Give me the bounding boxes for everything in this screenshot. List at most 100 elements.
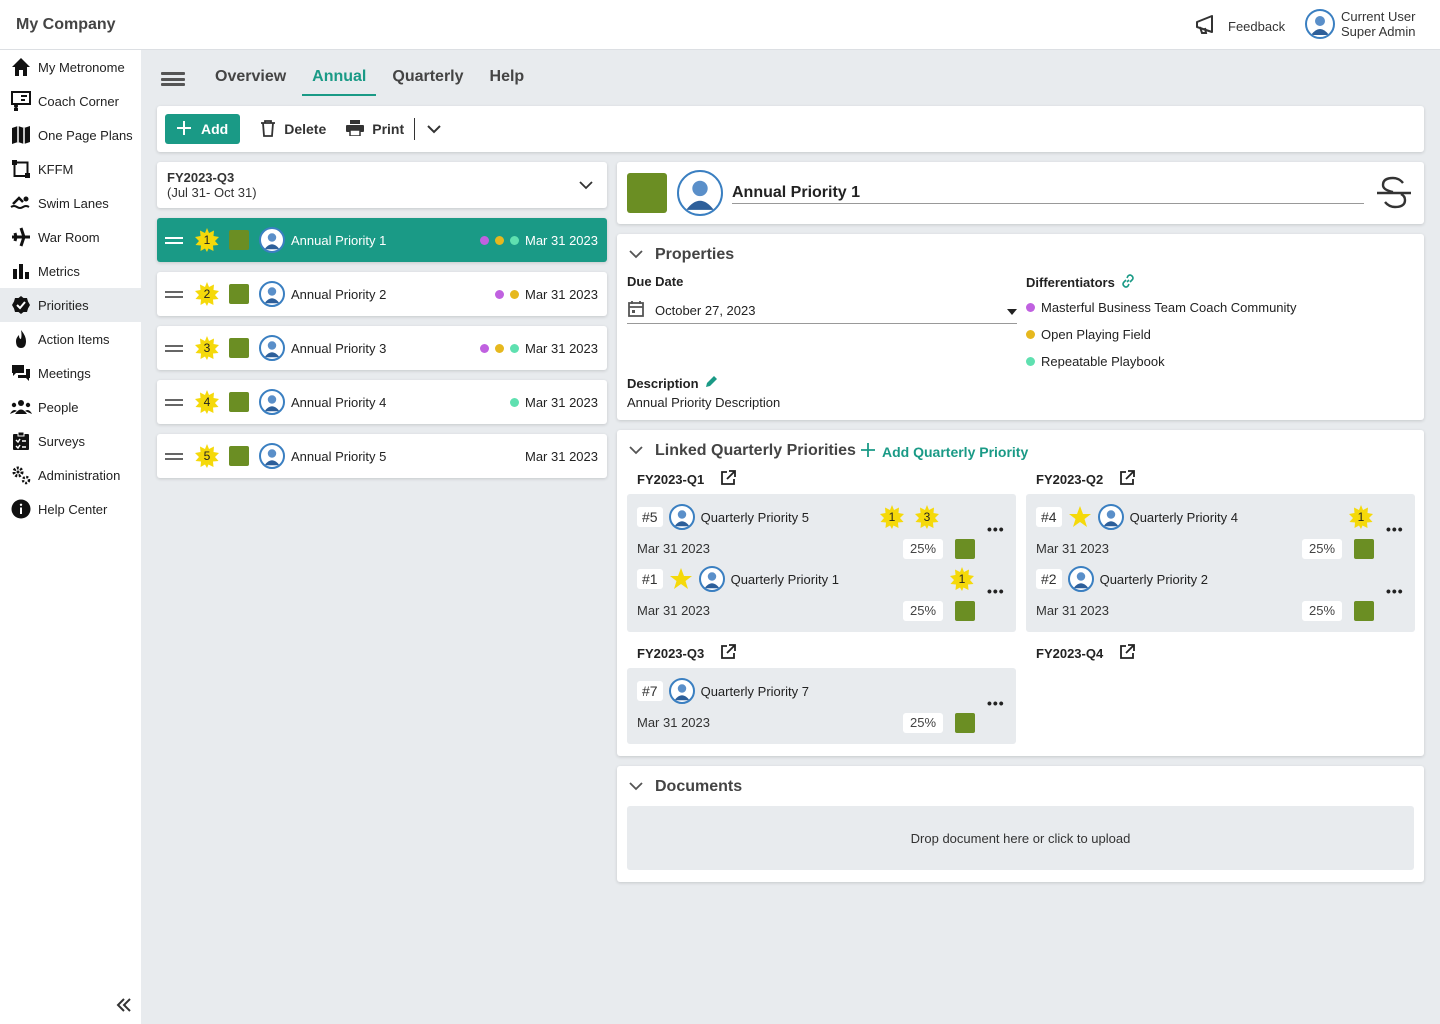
sidebar-item-my-metronome[interactable]: My Metronome [0,50,141,84]
quarterly-priority-item[interactable]: #4 Quarterly Priority 4 [1036,504,1238,530]
hamburger-menu-icon[interactable] [161,69,185,89]
drag-handle-icon[interactable] [165,398,183,406]
priority-title-input[interactable]: Annual Priority 1 [732,184,1364,204]
owner-avatar [1067,566,1094,592]
document-dropzone[interactable]: Drop document here or click to upload [627,806,1414,870]
properties-title: Properties [655,246,735,263]
tab-overview[interactable]: Overview [205,62,296,96]
quarterly-priority-title: Quarterly Priority 1 [730,571,839,587]
more-actions-chevron-icon[interactable] [427,122,441,137]
period-selector[interactable]: FY2023-Q3 (Jul 31- Oct 31) [157,162,607,208]
drag-handle-icon[interactable] [165,452,183,460]
open-external-icon[interactable] [1119,470,1136,489]
status-square[interactable] [955,539,975,559]
user-menu[interactable]: Current User Super Admin [1305,9,1415,39]
sidebar-item-priorities[interactable]: Priorities [0,288,141,322]
open-external-icon[interactable] [1119,644,1136,663]
tab-annual[interactable]: Annual [302,62,377,96]
chat-icon [10,362,32,384]
add-quarterly-priority-button[interactable]: Add Quarterly Priority [860,442,1028,461]
differentiator-dot [495,289,504,299]
more-options-icon[interactable]: ••• [987,521,1005,537]
quarter-priorities-box: #7 Quarterly Priority 7 ••• Mar 31 2023 … [627,668,1016,744]
print-button[interactable]: Print [346,119,404,139]
sidebar-item-metrics[interactable]: Metrics [0,254,141,288]
drag-handle-icon[interactable] [165,344,183,352]
annual-priority-row[interactable]: 2 Annual Priority 2 Mar 31 2023 [157,272,607,316]
open-external-icon[interactable] [720,644,737,663]
sidebar-item-coach-corner[interactable]: Coach Corner [0,84,141,118]
open-external-icon[interactable] [720,470,737,489]
status-color-square[interactable] [627,173,667,213]
owner-avatar[interactable] [677,170,723,216]
quarterly-priority-item[interactable]: #2 Quarterly Priority 2 [1036,566,1208,592]
tab-help[interactable]: Help [480,62,535,96]
sidebar-item-kffm[interactable]: KFFM [0,152,141,186]
more-options-icon[interactable]: ••• [987,695,1005,711]
more-options-icon[interactable]: ••• [1386,583,1404,599]
status-square[interactable] [1354,601,1374,621]
feedback-button[interactable]: Feedback [1194,14,1285,39]
linked-toggle[interactable]: Linked Quarterly Priorities [629,442,856,460]
status-square[interactable] [955,713,975,733]
quarterly-priority-item[interactable]: #1 Quarterly Priority 1 [637,566,839,592]
delete-button[interactable]: Delete [260,119,326,140]
properties-toggle[interactable]: Properties [629,246,734,264]
link-icon[interactable] [1121,274,1135,291]
flow-icon [10,158,32,180]
sidebar-item-meetings[interactable]: Meetings [0,356,141,390]
trash-icon [260,119,276,140]
status-square[interactable] [229,446,249,466]
tab-quarterly[interactable]: Quarterly [382,62,473,96]
status-square[interactable] [1354,539,1374,559]
quarter-header: FY2023-Q3 [637,644,737,663]
sidebar-item-label: Metrics [38,263,80,279]
sidebar-item-label: Meetings [38,365,91,381]
annual-priority-row[interactable]: 4 Annual Priority 4 Mar 31 2023 [157,380,607,424]
status-square[interactable] [229,284,249,304]
status-square[interactable] [229,338,249,358]
due-date-field[interactable]: October 27, 2023 [627,298,1017,324]
progress-percent: 25% [903,601,943,621]
more-options-icon[interactable]: ••• [1386,521,1404,537]
sidebar-item-swim-lanes[interactable]: Swim Lanes [0,186,141,220]
collapse-sidebar-icon[interactable] [115,996,133,1017]
differentiator-dot [480,343,489,353]
more-options-icon[interactable]: ••• [987,583,1005,599]
sidebar-item-administration[interactable]: Administration [0,458,141,492]
drag-handle-icon[interactable] [165,236,183,244]
differentiator-dot [480,235,489,245]
plus-icon [860,442,876,461]
calendar-icon [627,300,645,321]
annual-priority-row[interactable]: 3 Annual Priority 3 Mar 31 2023 [157,326,607,370]
sidebar-item-one-page-plans[interactable]: One Page Plans [0,118,141,152]
documents-card: Documents Drop document here or click to… [617,766,1424,882]
documents-title: Documents [655,778,743,795]
pencil-icon[interactable] [705,375,718,391]
quarterly-priority-item[interactable]: #5 Quarterly Priority 5 [637,504,809,530]
badge-check-icon [10,294,32,316]
status-square[interactable] [955,601,975,621]
rank-badge: 1 [950,567,974,591]
sidebar-item-people[interactable]: People [0,390,141,424]
annual-priority-row[interactable]: 5 Annual Priority 5 Mar 31 2023 [157,434,607,478]
sidebar-item-help-center[interactable]: Help Center [0,492,141,526]
description-text[interactable]: Annual Priority Description [627,395,780,410]
sidebar-item-war-room[interactable]: War Room [0,220,141,254]
rank-number: 1 [1357,510,1365,524]
sidebar-item-action-items[interactable]: Action Items [0,322,141,356]
quarterly-priority-title: Quarterly Priority 5 [700,509,809,525]
priority-date: Mar 31 2023 [525,340,598,356]
sidebar-item-surveys[interactable]: Surveys [0,424,141,458]
quarterly-priority-item[interactable]: #7 Quarterly Priority 7 [637,678,809,704]
annual-priority-row[interactable]: 1 Annual Priority 1 Mar 31 2023 [157,218,607,262]
rank-badge: 1 [880,505,904,529]
add-button[interactable]: Add [165,114,241,144]
strikethrough-icon[interactable] [1375,176,1413,213]
drag-handle-icon[interactable] [165,290,183,298]
documents-toggle[interactable]: Documents [629,778,742,796]
status-square[interactable] [229,230,249,250]
status-square[interactable] [229,392,249,412]
chevron-down-icon [629,778,643,796]
priority-number: #1 [637,569,663,589]
